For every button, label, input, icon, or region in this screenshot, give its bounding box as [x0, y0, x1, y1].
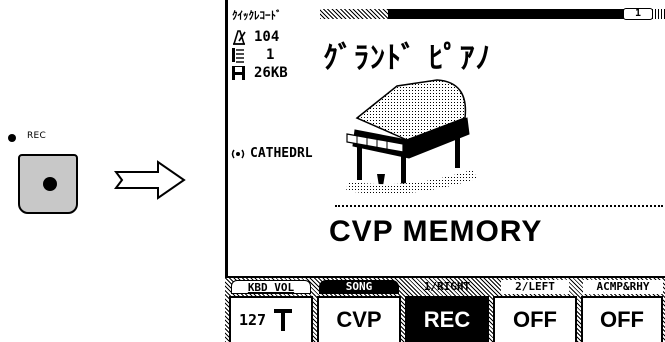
record-dot-icon [43, 177, 57, 191]
kbd-vol-value: 127 [239, 311, 267, 329]
metronome-icon [232, 30, 246, 45]
reverb-row: CATHEDRL [230, 146, 313, 161]
tab-song-label: SONG [319, 280, 399, 294]
tab-song[interactable]: SONG CVP [315, 280, 403, 342]
tab-1-right-label: 1/RIGHT [423, 280, 471, 293]
grand-piano-icon [346, 79, 477, 195]
title-bar: ｸｲｯｸﾚｺｰﾄﾞ 1 [228, 8, 665, 22]
rec-indicator-led [8, 134, 16, 142]
acmp-value: OFF [600, 307, 644, 332]
divider [335, 205, 663, 207]
rec-label: REC [27, 131, 47, 141]
tab-kbd-vol[interactable]: KBD VOL 127 [227, 280, 315, 342]
arrow-right-icon [114, 160, 186, 200]
rec-button[interactable] [18, 154, 78, 214]
disk-icon [232, 66, 245, 80]
tab-kbd-vol-box[interactable]: 127 [229, 296, 313, 342]
reverb-icon [231, 149, 245, 158]
tab-kbd-vol-label: KBD VOL [231, 280, 311, 294]
left-value: OFF [513, 307, 557, 332]
tab-acmp-rhy-box[interactable]: OFF [581, 296, 663, 342]
lcd-display: ｸｲｯｸﾚｺｰﾄﾞ 1 104 1 26KB ｸﾞﾗﾝﾄﾞ ﾋﾟｱﾉ CATHE… [225, 0, 665, 342]
tempo-row: 104 [230, 28, 279, 46]
measure-row: 1 [230, 46, 274, 64]
song-source-label: CVP MEMORY [329, 215, 543, 248]
tempo-value: 104 [254, 29, 280, 45]
page-indicator: 1 [623, 8, 653, 20]
reverb-value: CATHEDRL [250, 146, 313, 161]
song-value: CVP [336, 307, 382, 332]
right-value: REC [423, 307, 471, 332]
measure-icon [232, 48, 244, 63]
tab-1-right-box[interactable]: REC [405, 296, 489, 342]
size-row: 26KB [230, 64, 288, 82]
tab-acmp-rhy-label: ACMP&RHY [583, 280, 663, 294]
screen-title: ｸｲｯｸﾚｺｰﾄﾞ [232, 9, 282, 22]
function-tab-strip: KBD VOL 127 SONG CVP 1/RIGHT REC 2/LEFT [225, 276, 665, 342]
tab-song-box[interactable]: CVP [317, 296, 401, 342]
tab-1-right[interactable]: 1/RIGHT REC [403, 280, 491, 342]
tab-2-left-label: 2/LEFT [501, 280, 569, 294]
tab-2-left[interactable]: 2/LEFT OFF [491, 280, 579, 342]
fader-icon [274, 309, 293, 331]
tab-acmp-rhy[interactable]: ACMP&RHY OFF [579, 280, 665, 342]
tab-2-left-box[interactable]: OFF [493, 296, 577, 342]
measure-value: 1 [266, 47, 275, 63]
song-name: ｸﾞﾗﾝﾄﾞ ﾋﾟｱﾉ [323, 41, 492, 76]
size-value: 26KB [254, 65, 288, 81]
